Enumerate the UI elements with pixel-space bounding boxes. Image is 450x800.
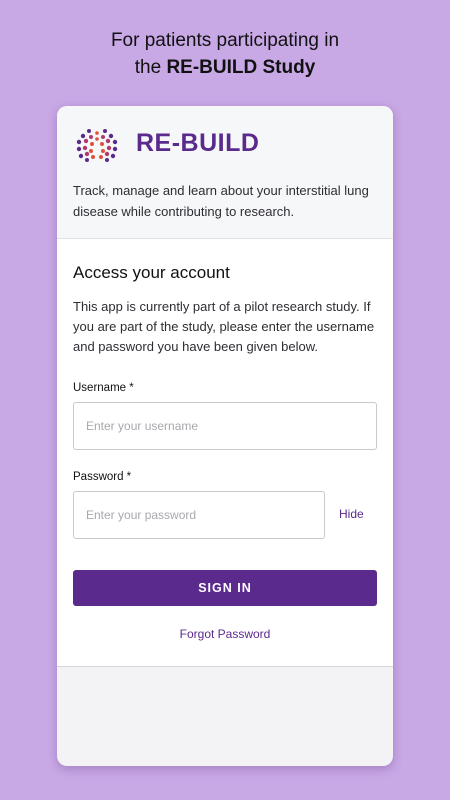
username-input[interactable] <box>73 402 377 450</box>
username-label: Username * <box>73 382 134 394</box>
promo-line-2: the RE-BUILD Study <box>0 54 450 81</box>
app-tagline: Track, manage and learn about your inter… <box>73 183 369 219</box>
study-name: RE-BUILD Study <box>166 57 316 78</box>
promo-line-1: For patients participating in <box>110 30 340 51</box>
login-form: Access your account This app is currentl… <box>57 239 393 667</box>
sign-in-button[interactable]: SIGN IN <box>73 570 377 606</box>
app-header: RE-BUILD Track, manage and learn about y… <box>57 106 393 239</box>
promo-header: For patients participating in the RE-BUI… <box>0 27 450 81</box>
forgot-password-link[interactable]: Forgot Password <box>57 627 393 641</box>
app-card: RE-BUILD Track, manage and learn about y… <box>57 106 393 766</box>
hide-password-toggle[interactable]: Hide <box>339 507 364 521</box>
login-title: Access your account <box>73 263 230 282</box>
password-input[interactable] <box>73 491 325 539</box>
password-label: Password * <box>73 471 132 483</box>
login-intro: This app is currently part of a pilot re… <box>73 299 375 354</box>
lungs-dots-icon <box>76 129 118 162</box>
brand-name: RE-BUILD <box>136 129 260 157</box>
promo-line-2-prefix: the <box>134 57 167 78</box>
